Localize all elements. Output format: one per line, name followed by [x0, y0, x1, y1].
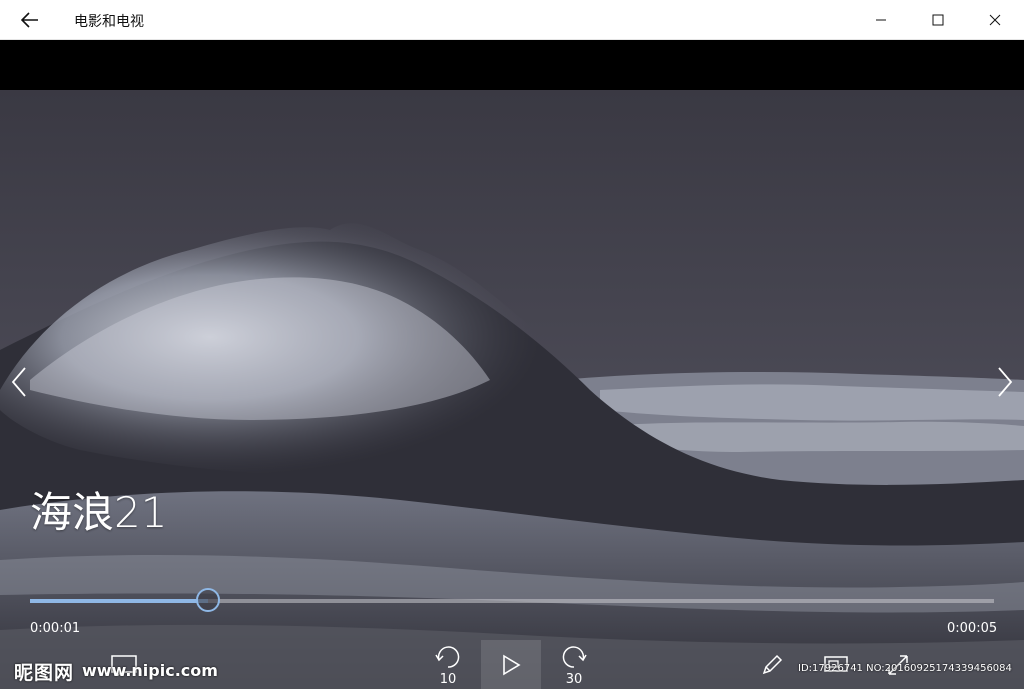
watermark-url: www.nipic.com: [82, 661, 218, 680]
app-title: 电影和电视: [74, 14, 144, 30]
skip-forward-seconds: 30: [565, 672, 583, 687]
back-arrow-icon: [21, 12, 38, 28]
video-frame[interactable]: 海浪21 0:00:01 0:00:05 10 30 昵图网 www.nipic…: [0, 90, 1024, 689]
skip-forward-button[interactable]: 30: [554, 640, 594, 689]
pencil-icon: [762, 654, 783, 674]
minimize-icon: [875, 19, 886, 21]
skip-back-icon: [435, 646, 460, 668]
previous-video-button[interactable]: [6, 362, 32, 402]
play-button[interactable]: [481, 640, 541, 689]
skip-forward-icon: [562, 646, 587, 668]
maximize-icon: [932, 14, 943, 26]
title-bar: 电影和电视: [0, 0, 1024, 40]
edit-button[interactable]: [752, 640, 792, 689]
next-video-button[interactable]: [992, 362, 1018, 402]
chevron-left-icon: [11, 367, 26, 397]
watermark-logo: 昵图网: [14, 662, 75, 684]
watermark-id: ID:17926741 NO:20160925174339456084: [798, 663, 1012, 674]
back-button[interactable]: [10, 0, 50, 40]
chevron-right-icon: [998, 367, 1013, 397]
maximize-button[interactable]: [909, 0, 966, 40]
minimize-button[interactable]: [852, 0, 909, 40]
skip-back-seconds: 10: [439, 672, 457, 687]
seek-bar-fill: [30, 599, 209, 603]
seek-bar[interactable]: [30, 588, 994, 612]
current-time: 0:00:01: [30, 621, 81, 636]
close-icon: [989, 14, 1000, 26]
video-title: 海浪21: [30, 488, 168, 537]
close-button[interactable]: [966, 0, 1023, 40]
play-icon: [503, 654, 521, 675]
letterbox-bar: [0, 40, 1024, 90]
skip-back-button[interactable]: 10: [428, 640, 468, 689]
total-time: 0:00:05: [947, 621, 998, 636]
